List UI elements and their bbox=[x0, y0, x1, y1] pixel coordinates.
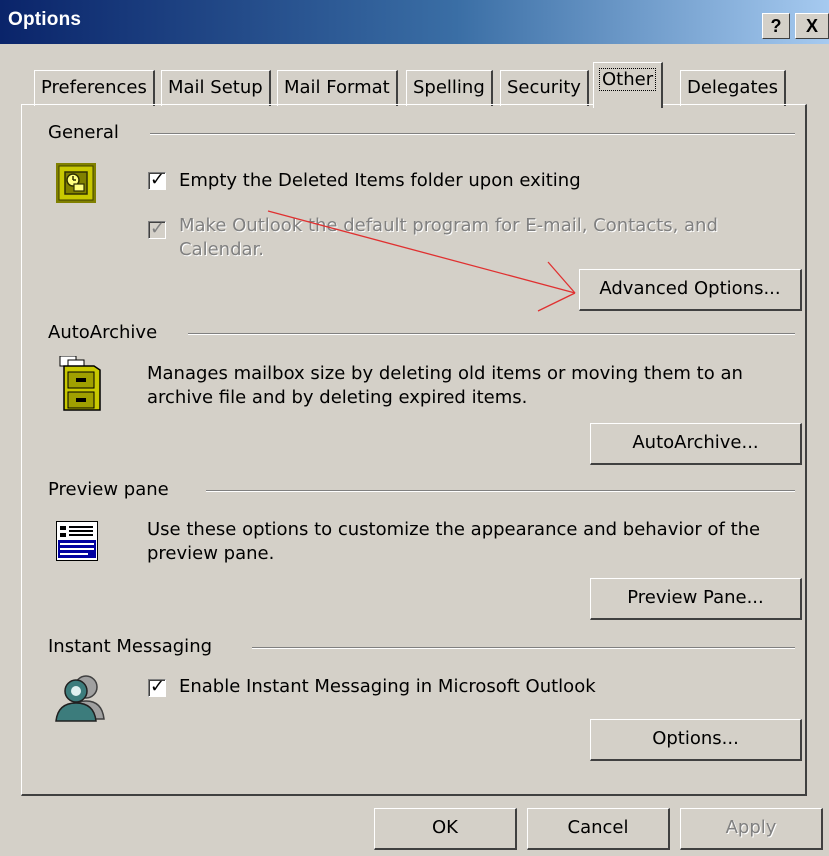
options-dialog: Options ? X Preferences Mail Setup Mail … bbox=[0, 0, 829, 856]
autoarchive-button[interactable]: AutoArchive... bbox=[590, 423, 802, 465]
im-separator bbox=[252, 647, 795, 649]
preview-pane-button[interactable]: Preview Pane... bbox=[590, 578, 802, 620]
enable-im-label: Enable Instant Messaging in Microsoft Ou… bbox=[179, 676, 596, 697]
filing-cabinet-icon bbox=[56, 355, 102, 412]
ok-button[interactable]: OK bbox=[374, 808, 517, 850]
advanced-options-button[interactable]: Advanced Options... bbox=[579, 269, 802, 311]
tab-other[interactable]: Other bbox=[593, 62, 664, 108]
autoarchive-section-title: AutoArchive bbox=[48, 322, 172, 343]
contacts-people-icon bbox=[52, 671, 108, 723]
preview-section-title: Preview pane bbox=[48, 479, 183, 500]
preview-description: Use these options to customize the appea… bbox=[147, 519, 761, 564]
enable-im-checkbox[interactable]: ✓ bbox=[148, 676, 166, 697]
autoarchive-description: Manages mailbox size by deleting old ite… bbox=[147, 363, 743, 408]
autoarchive-separator bbox=[188, 333, 795, 335]
apply-button[interactable]: Apply bbox=[680, 808, 823, 850]
im-options-button[interactable]: Options... bbox=[590, 719, 802, 761]
preview-separator bbox=[206, 490, 795, 492]
im-section-title: Instant Messaging bbox=[48, 636, 227, 657]
preview-pane-icon bbox=[56, 521, 98, 561]
cancel-button[interactable]: Cancel bbox=[527, 808, 670, 850]
